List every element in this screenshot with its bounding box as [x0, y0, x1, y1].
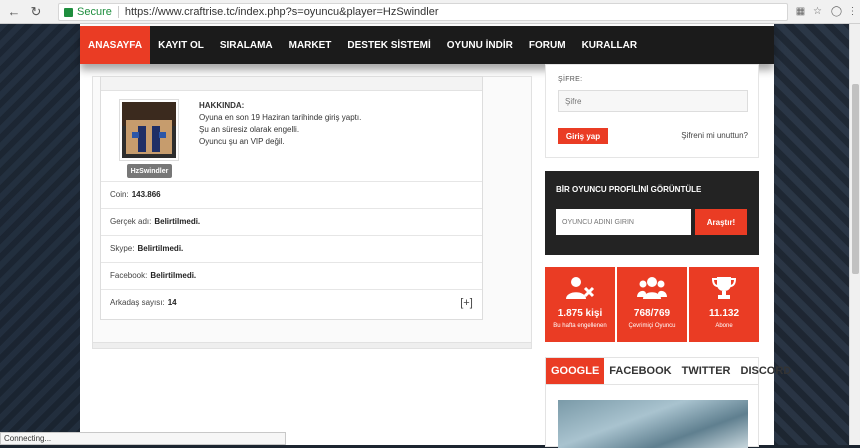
tab-facebook[interactable]: FACEBOOK: [604, 358, 676, 384]
stat-online: 768/769 Çevrimiçi Oyuncu: [617, 267, 687, 342]
address-bar[interactable]: Secure https://www.craftrise.tc/index.ph…: [58, 3, 788, 21]
card-header: [101, 77, 482, 91]
about-title: HAKKINDA:: [199, 101, 245, 110]
stat-subscribers: 11.132 Abone: [689, 267, 759, 342]
scrollbar-thumb[interactable]: [852, 84, 859, 274]
login-button[interactable]: Giriş yap: [558, 128, 608, 144]
panel-footer-strip: [92, 342, 532, 349]
nav-item-forum[interactable]: FORUM: [521, 26, 574, 64]
menu-dots-icon[interactable]: ⋮: [845, 4, 860, 19]
info-row-facebook: Facebook: Belirtilmedi.: [101, 262, 482, 288]
shield-extension-icon[interactable]: ◯: [829, 4, 844, 19]
info-label: Facebook:: [110, 271, 148, 280]
page-scrollbar[interactable]: [849, 24, 860, 445]
secure-label: Secure: [77, 6, 112, 18]
info-row-skype: Skype: Belirtilmedi.: [101, 235, 482, 261]
tab-discord[interactable]: DISCORD: [736, 358, 797, 384]
info-value: 143.866: [131, 190, 161, 199]
social-widget: GOOGLE FACEBOOK TWITTER DISCORD: [545, 357, 791, 448]
about-vip-status: Oyuncu şu an VIP değil.: [199, 137, 285, 146]
star-icon[interactable]: ☆: [810, 4, 825, 19]
player-search-button[interactable]: Araştır!: [695, 209, 747, 235]
stat-value: 11.132: [708, 308, 740, 319]
player-search-box: BİR OYUNCU PROFİLİNİ GÖRÜNTÜLE Araştır!: [545, 171, 759, 255]
stat-label: Bu hafta engellenen: [553, 323, 607, 329]
info-value: Belirtilmedi.: [137, 244, 184, 253]
info-row-real-name: Gerçek adı: Belirtilmedi.: [101, 208, 482, 234]
player-search-title: BİR OYUNCU PROFİLİNİ GÖRÜNTÜLE: [556, 185, 702, 194]
social-tabs: GOOGLE FACEBOOK TWITTER DISCORD: [546, 358, 791, 385]
translate-icon[interactable]: ▦: [793, 4, 808, 19]
about-last-login: Oyuna en son 19 Haziran tarihinde giriş …: [199, 113, 362, 122]
login-box: ŞİFRE: Giriş yap Şifreni mi unuttun?: [545, 64, 759, 158]
nav-item-siralama[interactable]: SIRALAMA: [212, 26, 281, 64]
nav-item-kayit-ol[interactable]: KAYIT OL: [150, 26, 212, 64]
nav-item-market[interactable]: MARKET: [281, 26, 340, 64]
about-ban-status: Şu an süresiz olarak engelli.: [199, 125, 300, 134]
main-navigation: ANASAYFA KAYIT OL SIRALAMA MARKET DESTEK…: [80, 26, 774, 64]
web-page: ANASAYFA KAYIT OL SIRALAMA MARKET DESTEK…: [80, 24, 791, 448]
social-feed-image: [558, 400, 748, 448]
nav-item-anasayfa[interactable]: ANASAYFA: [80, 26, 151, 64]
nav-item-oyunu-indir[interactable]: OYUNU İNDİR: [439, 26, 521, 64]
info-value: Belirtilmedi.: [150, 271, 197, 280]
stat-value: 768/769: [633, 308, 671, 319]
url-text[interactable]: https://www.craftrise.tc/index.php?s=oyu…: [125, 6, 439, 18]
reload-icon[interactable]: ↻: [28, 4, 44, 20]
info-label: Arkadaş sayısı:: [110, 298, 165, 307]
browser-status-bar: Connecting...: [0, 432, 286, 445]
forgot-password-link[interactable]: Şifreni mi unuttun?: [681, 131, 748, 140]
avatar-frame: [119, 99, 179, 161]
stat-label: Çevrimiçi Oyuncu: [628, 323, 676, 329]
info-label: Gerçek adı:: [110, 217, 152, 226]
player-profile-card: HzSwindler HAKKINDA: Oyuna en son 19 Haz…: [100, 76, 483, 320]
stats-row: 1.875 kişi Bu hafta engellenen 768/769 Ç…: [545, 267, 759, 342]
password-label: ŞİFRE:: [558, 76, 583, 83]
user-banned-icon: [545, 275, 615, 301]
password-field[interactable]: [558, 90, 748, 112]
url-separator: [117, 6, 119, 18]
nav-item-destek-sistemi[interactable]: DESTEK SİSTEMİ: [339, 26, 438, 64]
about-section: HAKKINDA: Oyuna en son 19 Haziran tarihi…: [199, 100, 361, 148]
browser-toolbar: ← ↻ Secure https://www.craftrise.tc/inde…: [0, 0, 860, 24]
player-search-input[interactable]: [556, 209, 691, 235]
stat-value: 1.875 kişi: [557, 308, 603, 319]
background-left-blocks: [0, 24, 80, 445]
info-value: Belirtilmedi.: [154, 217, 201, 226]
stat-label: Abone: [715, 323, 733, 329]
nav-item-kurallar[interactable]: KURALLAR: [574, 26, 646, 64]
expand-friends-button[interactable]: [+]: [460, 296, 473, 309]
info-label: Coin:: [110, 190, 129, 199]
tab-twitter[interactable]: TWITTER: [677, 358, 736, 384]
back-arrow-icon[interactable]: ←: [6, 4, 22, 20]
tab-google[interactable]: GOOGLE: [546, 358, 605, 384]
lock-icon: [64, 7, 73, 17]
player-avatar: [122, 102, 176, 158]
users-icon: [617, 275, 687, 301]
info-row-friends: Arkadaş sayısı: 14 [+]: [101, 289, 482, 315]
info-label: Skype:: [110, 244, 135, 253]
username-badge: HzSwindler: [127, 164, 172, 178]
info-row-coin: Coin: 143.866: [101, 181, 482, 207]
info-value: 14: [167, 298, 177, 307]
trophy-icon: [689, 275, 759, 301]
stat-banned: 1.875 kişi Bu hafta engellenen: [545, 267, 615, 342]
